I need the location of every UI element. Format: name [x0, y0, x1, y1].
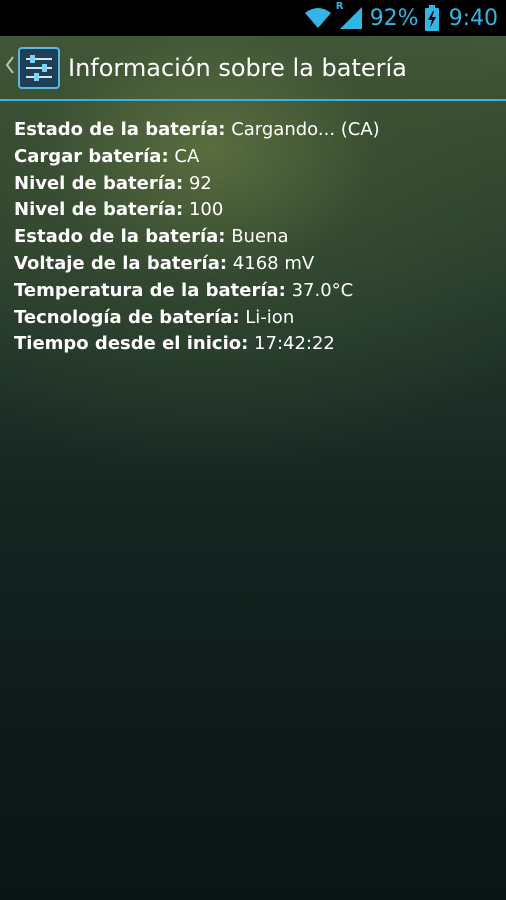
info-label: Tiempo desde el inicio: [14, 333, 249, 355]
info-label: Nivel de batería: [14, 172, 184, 194]
info-value: 37.0°C [291, 279, 354, 301]
battery-info-list: Estado de la batería: Cargando... (CA) C… [14, 117, 496, 358]
info-row-uptime: Tiempo desde el inicio: 17:42:22 [14, 331, 496, 358]
screen: R 92% 9:40 Información sobre la batería … [0, 0, 506, 900]
info-row-battery-technology: Tecnología de batería: Li-ion [14, 305, 496, 332]
info-label: Estado de la batería: [14, 226, 226, 248]
info-label: Tecnología de batería: [14, 306, 240, 328]
info-row-battery-scale: Nivel de batería: 100 [14, 197, 496, 224]
action-bar-divider [0, 99, 506, 101]
settings-sliders-icon[interactable] [18, 47, 60, 89]
info-row-battery-level: Nivel de batería: 92 [14, 171, 496, 198]
info-value: Cargando... (CA) [231, 119, 380, 140]
info-row-battery-temperature: Temperatura de la batería: 37.0°C [14, 278, 496, 305]
info-label: Estado de la batería: [14, 119, 226, 140]
info-value: CA [174, 145, 200, 167]
status-bar: R 92% 9:40 [0, 0, 506, 36]
info-label: Cargar batería: [14, 145, 169, 167]
info-label: Temperatura de la batería: [14, 279, 286, 301]
info-row-battery-status: Estado de la batería: Cargando... (CA) [14, 117, 496, 144]
info-row-battery-health: Estado de la batería: Buena [14, 224, 496, 251]
clock: 9:40 [448, 5, 498, 31]
chevron-left-icon[interactable] [4, 55, 18, 81]
info-value: Buena [231, 226, 289, 248]
battery-percent: 92% [369, 5, 419, 31]
info-value: 4168 mV [232, 252, 315, 274]
wifi-icon [304, 7, 332, 29]
page-title: Información sobre la batería [68, 54, 407, 82]
info-value: 100 [188, 199, 224, 221]
info-value: Li-ion [245, 306, 295, 328]
info-row-battery-voltage: Voltaje de la batería: 4168 mV [14, 251, 496, 278]
info-value: 92 [188, 172, 212, 194]
battery-charging-icon [424, 5, 439, 31]
info-label: Voltaje de la batería: [14, 252, 228, 274]
info-value: 17:42:22 [254, 333, 335, 355]
info-row-charging-source: Cargar batería: CA [14, 144, 496, 171]
roaming-indicator: R [335, 1, 344, 12]
info-label: Nivel de batería: [14, 199, 184, 221]
signal-icon: R [336, 1, 364, 31]
action-bar: Información sobre la batería [0, 36, 506, 100]
